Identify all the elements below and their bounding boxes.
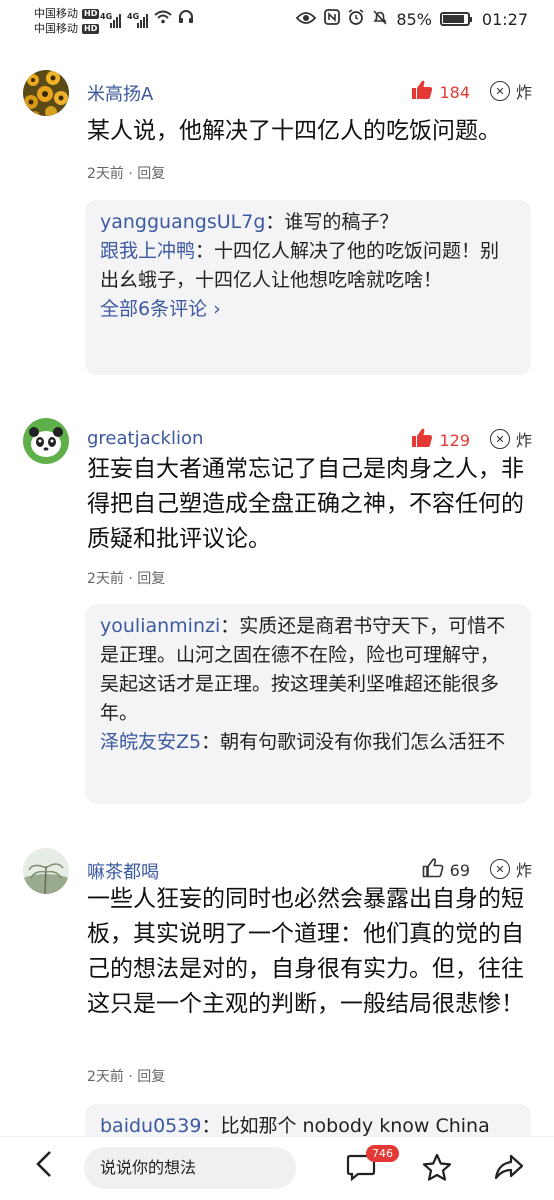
share-button[interactable] [494,1153,524,1188]
like-button[interactable]: 129 [411,428,470,452]
avatar[interactable] [23,70,69,116]
hd-badge: HD [82,8,100,19]
hd-badge: HD [82,23,100,34]
reply-item[interactable]: yangguangsUL7g：谁写的稿子？ [100,208,517,237]
clock: 01:27 [481,9,528,29]
comment-time: 2天前 [87,571,124,587]
battery-icon [439,12,472,26]
eye-icon [296,10,317,29]
mute-bell-icon [372,9,388,29]
reply-author[interactable]: yangguangsUL7g [100,211,265,233]
alarm-icon [348,9,364,29]
reply-text: 朝有句歌词没有你我们怎么活狂不 [220,731,506,753]
reply-item[interactable]: 泽皖友安Z5：朝有句歌词没有你我们怎么活狂不 [100,728,517,757]
username[interactable]: 米高扬A [87,80,153,106]
signal-icon: 4G [100,12,121,28]
like-count: 69 [449,860,470,880]
reply-box[interactable]: yangguangsUL7g：谁写的稿子？ 跟我上冲鸭：十四亿人解决了他的吃饭问… [85,200,531,375]
favorite-button[interactable] [422,1153,452,1188]
carrier-1: 中国移动 [34,7,78,20]
reply-text: 谁写的稿子？ [284,211,399,233]
reply-author[interactable]: youlianminzi [100,615,220,637]
reply-author[interactable]: 跟我上冲鸭 [100,240,195,262]
reply-button[interactable]: 回复 [137,571,165,587]
battery-percent: 85% [396,9,432,29]
reply-box[interactable]: youlianminzi：实质还是商君书守天下，可惜不是正理。山河之固在德不在险… [85,604,531,804]
comment-time: 2天前 [87,166,124,182]
comment-text: 一些人狂妄的同时也必然会暴露出自身的短板，其实说明了一个道理：他们真的觉的自己的… [87,886,524,1017]
comment-text: 狂妄自大者通常忘记了自己是肉身之人，非得把自己塑造成全盘正确之神，不容任何的质疑… [87,456,524,552]
comment-meta: 2天前 · 回复 [87,166,166,182]
network-type: 4G [100,12,113,21]
nfc-icon [324,9,341,29]
reply-button[interactable]: 回复 [137,1069,165,1085]
signal-icon: 4G [127,12,148,28]
username[interactable]: 嘛茶都喝 [87,858,159,884]
bomb-button[interactable]: ✕ 炸 [489,79,532,103]
carrier-info: 中国移动 HD 中国移动 HD [34,6,100,36]
network-type: 4G [127,12,140,21]
reply-author[interactable]: 泽皖友安Z5 [100,731,201,753]
bomb-label: 炸 [515,861,532,880]
comment-count-badge: 746 [366,1145,399,1162]
view-all-replies-link[interactable]: 全部6条评论 › [100,295,517,324]
comment-input[interactable]: 说说你的想法 [84,1147,296,1189]
avatar[interactable] [23,418,69,464]
bomb-icon: ✕ [489,429,510,449]
wifi-icon [154,10,172,28]
bomb-label: 炸 [515,83,532,102]
reply-item[interactable]: youlianminzi：实质还是商君书守天下，可惜不是正理。山河之固在德不在险… [100,612,517,728]
reply-item[interactable]: 跟我上冲鸭：十四亿人解决了他的吃饭问题！别出幺蛾子，十四亿人让他想吃啥就吃啥！ [100,237,517,295]
like-count: 184 [439,82,470,102]
reply-author[interactable]: baidu0539 [100,1115,201,1137]
bomb-button[interactable]: ✕ 炸 [489,427,532,451]
reply-separator: ： [195,240,215,262]
carrier-2: 中国移动 [34,22,78,35]
avatar[interactable] [23,848,69,894]
reply-button[interactable]: 回复 [137,166,165,182]
bottom-bar: 说说你的想法 746 [0,1136,554,1200]
thumbs-up-icon [411,428,433,452]
reply-separator: ： [201,1115,221,1137]
username[interactable]: greatjacklion [87,428,203,449]
headphones-icon [178,9,194,28]
status-right: 85% 01:27 [296,9,528,29]
status-bar: 中国移动 HD 中国移动 HD 4G 4G 85% 01:27 [0,0,554,44]
reply-separator: ： [201,731,221,753]
comment-meta: 2天前 · 回复 [87,571,166,587]
bomb-icon: ✕ [489,859,510,879]
reply-separator: ： [265,211,285,233]
bomb-icon: ✕ [489,81,510,101]
like-button[interactable]: 69 [422,858,470,882]
reply-separator: ： [220,615,240,637]
thumbs-up-outline-icon [422,858,444,882]
bomb-label: 炸 [515,431,532,450]
comment-time: 2天前 [87,1069,124,1085]
back-button[interactable] [26,1149,62,1187]
like-count: 129 [439,430,470,450]
like-button[interactable]: 184 [411,80,470,104]
comment-meta: 2天前 · 回复 [87,1069,166,1085]
comment-text: 某人说，他解决了十四亿人的吃饭问题。 [87,118,501,144]
reply-text: 比如那个 nobody know China [220,1115,490,1137]
signal-icons: 4G 4G [100,10,194,28]
thumbs-up-icon [411,80,433,104]
bomb-button[interactable]: ✕ 炸 [489,857,532,881]
